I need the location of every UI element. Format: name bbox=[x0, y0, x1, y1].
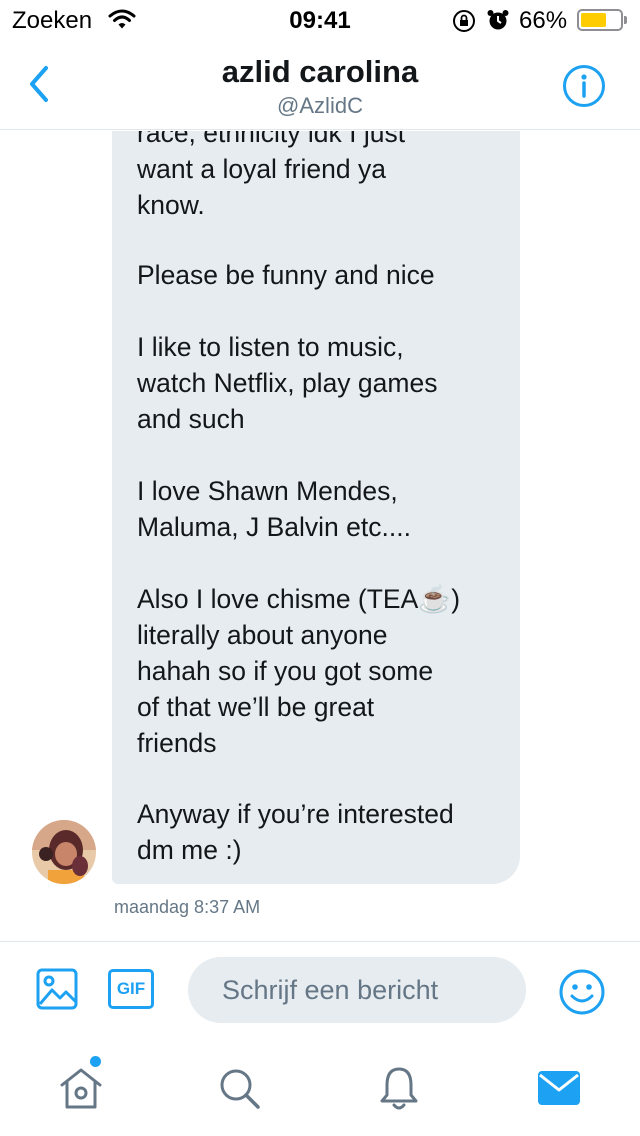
alarm-icon bbox=[487, 10, 509, 30]
home-icon[interactable] bbox=[56, 1063, 106, 1113]
message-paragraph: race, ethnicity idk I just want a loyal … bbox=[137, 131, 406, 220]
message-paragraph: I like to listen to music, watch Netflix… bbox=[137, 332, 438, 434]
avatar[interactable] bbox=[32, 820, 96, 884]
message-paragraph: I love Shawn Mendes, Maluma, J Balvin et… bbox=[137, 476, 411, 542]
notification-dot bbox=[90, 1056, 101, 1067]
orientation-lock-icon bbox=[453, 10, 475, 32]
search-icon[interactable] bbox=[214, 1063, 264, 1113]
message-timestamp: maandag 8:37 AM bbox=[114, 897, 261, 917]
emoji-icon[interactable] bbox=[558, 968, 606, 1016]
bell-icon[interactable] bbox=[374, 1063, 424, 1113]
message-input[interactable] bbox=[188, 957, 526, 1023]
conversation-header: azlid carolina @AzlidC bbox=[0, 40, 640, 130]
battery-icon bbox=[577, 9, 623, 31]
battery-fill bbox=[581, 13, 606, 27]
image-icon[interactable] bbox=[36, 968, 78, 1010]
conversation-area[interactable]: race, ethnicity idk I just want a loyal … bbox=[0, 131, 640, 941]
info-icon[interactable] bbox=[562, 64, 606, 108]
gif-button[interactable]: GIF bbox=[108, 969, 154, 1009]
message-paragraph: Please be funny and nice bbox=[137, 260, 435, 290]
mail-icon[interactable] bbox=[534, 1063, 584, 1113]
message-composer: GIF bbox=[0, 941, 640, 1041]
battery-percentage: 66% bbox=[519, 7, 568, 34]
battery-tip bbox=[624, 16, 627, 24]
message-paragraph: Also I love chisme (TEA☕) literally abou… bbox=[137, 584, 461, 758]
conversation-handle: @AzlidC bbox=[277, 93, 363, 118]
status-bar: Zoeken 09:41 66% bbox=[0, 0, 640, 40]
tab-bar bbox=[0, 1041, 640, 1136]
conversation-title[interactable]: azlid carolina bbox=[0, 54, 640, 90]
message-paragraph: Anyway if you’re interested dm me :) bbox=[137, 799, 454, 865]
